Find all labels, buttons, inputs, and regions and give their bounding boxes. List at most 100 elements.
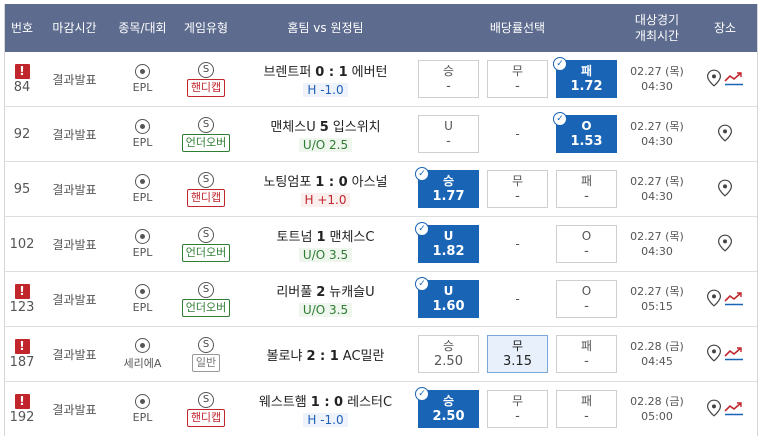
odds-button[interactable]: ✓ O 1.53 [553, 112, 617, 153]
away-team: 레스터C [347, 395, 393, 410]
odds-button[interactable]: O- [556, 280, 617, 318]
map-pin-icon[interactable] [706, 344, 722, 365]
time-cell: 02.27 (목) 05:15 [621, 272, 693, 326]
match-date: 02.27 (목) [630, 230, 684, 243]
place-cell [693, 382, 757, 436]
match-cell[interactable]: 웨스트햄 1 : 0 레스터C H -1.0 [237, 382, 414, 436]
trend-chart-icon[interactable] [724, 70, 744, 89]
match-cell[interactable]: 브렌트퍼 0 : 1 에버턴 H -1.0 [237, 52, 414, 106]
away-team: 에버턴 [351, 65, 388, 80]
results-table: 번호 마감시간 종목/대회 게임유형 홈팀 vs 원정팀 배당률선택 대상경기 … [4, 4, 758, 436]
sport-code-icon: S [198, 391, 214, 408]
sport-code-icon: S [198, 281, 214, 298]
handicap-line: U/O 3.5 [298, 303, 353, 317]
header-time-line2: 개최시간 [634, 29, 680, 43]
match-time: 05:00 [641, 410, 673, 423]
map-pin-icon[interactable] [706, 289, 722, 310]
place-icons [706, 289, 744, 310]
match-cell[interactable]: 토트넘 1 맨체스C U/O 3.5 [237, 217, 414, 271]
odds-button[interactable]: U- [418, 115, 479, 153]
row-number: 102 [9, 236, 35, 252]
table-row[interactable]: 92 결과발표 EPL S 언더오버 맨체스U 5 입스위치 U/O 2.5 U - - ✓ O 1.53 0… [5, 107, 757, 162]
odds-value: - [446, 79, 451, 94]
header-odds: 배당률선택 [489, 21, 546, 35]
map-pin-icon[interactable] [717, 179, 733, 200]
odds-button[interactable]: ✓ 승 1.77 [415, 167, 479, 208]
place-icons [706, 399, 744, 420]
deadline-status: 결과발표 [52, 237, 97, 252]
table-row[interactable]: ! 84 결과발표 EPL S 핸디캡 브렌트퍼 0 : 1 에버턴 H -1.0 승 - 무 - ✓ 패 1.… [5, 52, 757, 107]
handicap-line: U/O 3.5 [298, 248, 353, 262]
deadline-status: 결과발표 [52, 292, 97, 307]
sport-cell: EPL [110, 382, 175, 436]
odds-value: 3.15 [503, 354, 532, 369]
time-cell: 02.27 (목) 04:30 [621, 162, 693, 216]
odds-button[interactable]: 무- [487, 390, 548, 428]
table-row[interactable]: 95 결과발표 EPL S 핸디캡 노팅엄포 1 : 0 아스널 H +1.0 ✓ 승 1.77 무 - 패… [5, 162, 757, 217]
deadline-cell: 결과발표 [39, 107, 110, 161]
odds-value: - [584, 299, 589, 314]
odds-label: U [443, 229, 454, 243]
odds-label: 무 [511, 339, 524, 353]
odds-button[interactable]: ✓ U 1.82 [415, 222, 479, 263]
match-cell[interactable]: 맨체스U 5 입스위치 U/O 2.5 [237, 107, 414, 161]
odds-label: 무 [511, 174, 524, 188]
away-team: 아스널 [351, 175, 388, 190]
odds-button[interactable]: 무- [487, 170, 548, 208]
odds-button[interactable]: 무- [487, 60, 548, 98]
odds-button[interactable]: 패- [556, 335, 617, 373]
map-pin-icon[interactable] [706, 69, 722, 90]
place-icons [717, 179, 733, 200]
deadline-status: 결과발표 [52, 72, 97, 87]
odds-cell: ✓ 승 2.50 무 - 패 - [414, 382, 621, 436]
game-type-badge: 언더오버 [181, 243, 231, 262]
home-team: 노팅엄포 [263, 175, 312, 190]
odds-button[interactable]: ✓ U 1.60 [415, 277, 479, 318]
home-team: 웨스트햄 [258, 395, 307, 410]
table-row[interactable]: ! 123 결과발표 EPL S 언더오버 리버풀 2 뉴캐슬U U/O 3.5 ✓ U 1.60- O -… [5, 272, 757, 327]
odds-button[interactable]: 무 3.15 [487, 335, 548, 373]
odds-empty: - [487, 225, 548, 263]
match-cell[interactable]: 볼로냐 2 : 1 AC밀란 [237, 327, 414, 381]
table-row[interactable]: ! 192 결과발표 EPL S 핸디캡 웨스트햄 1 : 0 레스터C H -1.0 ✓ 승 2.50… [5, 382, 757, 436]
table-row[interactable]: ! 187 결과발표 세리에A S 일반 볼로냐 2 : 1 AC밀란 승 2.50 무 3.15 패 -0… [5, 327, 757, 382]
map-pin-icon[interactable] [717, 124, 733, 145]
league-name: EPL [132, 246, 153, 259]
match-cell[interactable]: 리버풀 2 뉴캐슬U U/O 3.5 [237, 272, 414, 326]
league-name: EPL [132, 81, 153, 94]
home-team: 볼로냐 [266, 348, 303, 364]
odds-button[interactable]: O- [556, 225, 617, 263]
odds-value: - [584, 354, 589, 369]
match-date: 02.27 (목) [630, 65, 684, 78]
odds-button[interactable]: ✓ 승 2.50 [415, 387, 479, 428]
odds-button[interactable]: 패- [556, 390, 617, 428]
match-cell[interactable]: 노팅엄포 1 : 0 아스널 H +1.0 [237, 162, 414, 216]
trend-chart-icon[interactable] [724, 400, 744, 419]
soccer-ball-icon [135, 229, 150, 244]
map-pin-icon[interactable] [706, 399, 722, 420]
odds-button[interactable]: 패- [556, 170, 617, 208]
sport-code-icon: S [198, 61, 214, 78]
row-number: 123 [9, 299, 35, 315]
game-type-badge: 핸디캡 [186, 188, 226, 207]
odds-cell: U - - ✓ O 1.53 [414, 107, 621, 161]
map-pin-icon[interactable] [717, 234, 733, 255]
trend-chart-icon[interactable] [724, 345, 744, 364]
odds-label: 승 [442, 64, 455, 78]
place-icons [717, 234, 733, 255]
odds-button[interactable]: 승 2.50 [418, 335, 479, 373]
table-row[interactable]: 102 결과발표 EPL S 언더오버 토트넘 1 맨체스C U/O 3.5 ✓ U 1.82- O -0… [5, 217, 757, 272]
alert-icon: ! [14, 393, 30, 409]
table-body: ! 84 결과발표 EPL S 핸디캡 브렌트퍼 0 : 1 에버턴 H -1.0 승 - 무 - ✓ 패 1.… [5, 52, 757, 436]
place-cell [693, 107, 757, 161]
away-team: AC밀란 [342, 348, 385, 364]
odds-button[interactable]: ✓ 패 1.72 [553, 57, 617, 98]
odds-button[interactable]: 승- [418, 60, 479, 98]
handicap-line: H +1.0 [300, 193, 351, 207]
odds-value: - [515, 409, 520, 424]
odds-label: 패 [580, 394, 593, 408]
trend-chart-icon[interactable] [724, 290, 744, 309]
match-score: 5 [319, 120, 329, 135]
match-date: 02.27 (목) [630, 285, 684, 298]
soccer-ball-icon [135, 64, 150, 79]
